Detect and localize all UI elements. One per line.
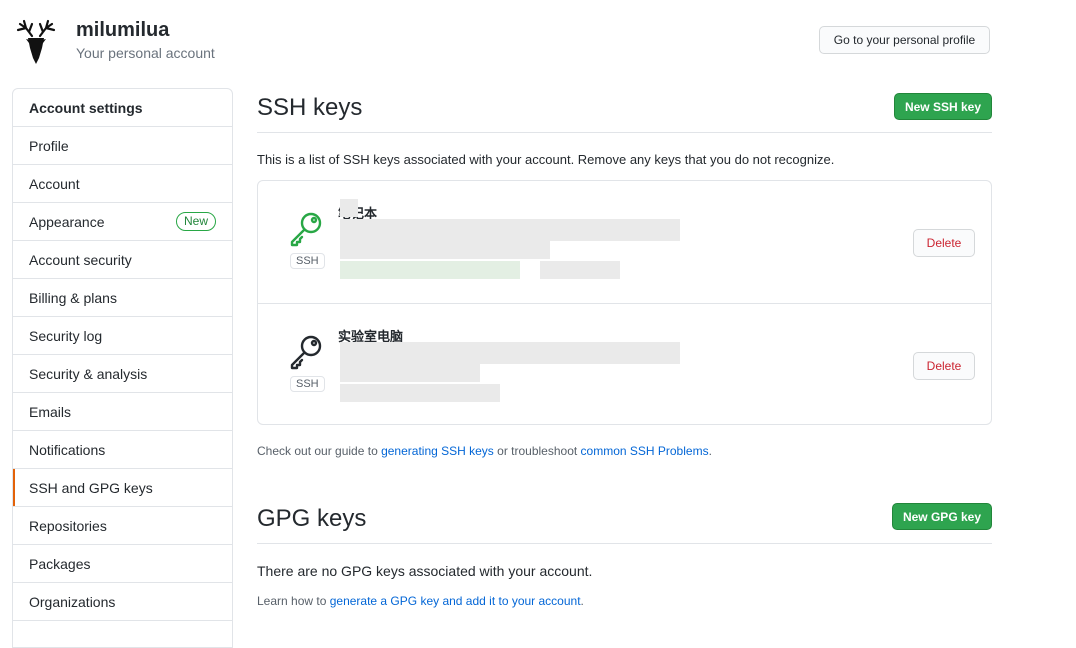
guide-suffix: . [708,444,712,458]
sidebar-item-label: SSH and GPG keys [29,479,153,496]
sidebar-item-label: Notifications [29,441,106,458]
sidebar-item-appearance[interactable]: Appearance New [13,203,232,241]
guide-prefix: Check out our guide to [257,444,382,458]
divider [257,132,992,133]
sidebar-header: Account settings [13,89,232,127]
redacted-block [340,241,550,259]
key-icon [290,335,322,370]
sidebar-item-ssh-gpg-keys[interactable]: SSH and GPG keys [13,469,232,507]
redacted-fingerprint [340,342,680,364]
common-ssh-problems-link[interactable]: common SSH Problems [581,444,709,458]
redacted-added-date [340,384,500,402]
ssh-key-row: SSH 笔记本 Delete [258,181,991,303]
ssh-type-label: SSH [290,253,325,269]
go-to-profile-button[interactable]: Go to your personal profile [819,26,990,54]
learn-prefix: Learn how to [257,594,330,608]
sidebar-item-profile[interactable]: Profile [13,127,232,165]
ssh-key-row: SSH 实验室电脑 Delete [258,303,991,426]
ssh-type-label: SSH [290,376,325,392]
account-subtitle: Your personal account [76,45,215,61]
sidebar-item-notifications[interactable]: Notifications [13,431,232,469]
sidebar-item-label: Security log [29,327,103,344]
gpg-learn-text: Learn how to generate a GPG key and add … [257,594,584,608]
generating-ssh-keys-link[interactable]: generating SSH keys [381,444,494,458]
sidebar-item-label: Repositories [29,517,107,534]
sidebar-item-security-log[interactable]: Security log [13,317,232,355]
sidebar-item-repositories[interactable]: Repositories [13,507,232,545]
guide-middle: or troubleshoot [493,444,581,458]
new-ssh-key-button[interactable]: New SSH key [894,93,992,120]
sidebar-item-label: Account [29,175,80,192]
new-badge: New [175,212,216,231]
sidebar-item-label: Account security [29,251,132,268]
sidebar-item-billing[interactable]: Billing & plans [13,279,232,317]
generate-gpg-key-link[interactable]: generate a GPG key and add it to your ac… [330,594,581,608]
sidebar-item-account-security[interactable]: Account security [13,241,232,279]
sidebar-item-label: Profile [29,137,69,154]
sidebar-item-label: Emails [29,403,72,420]
ssh-description: This is a list of SSH keys associated wi… [257,152,835,167]
sidebar-item-label: Organizations [29,593,116,610]
key-icon [290,212,322,247]
ssh-key-list: SSH 笔记本 Delete SSH 实验室电脑 Delete [257,180,992,425]
sidebar-item-account[interactable]: Account [13,165,232,203]
delete-ssh-key-button[interactable]: Delete [913,352,975,380]
sidebar-item-label: Billing & plans [29,289,117,306]
sidebar-item-label: Appearance [29,213,105,230]
gpg-empty-text: There are no GPG keys associated with yo… [257,563,593,579]
sidebar-item-organizations[interactable]: Organizations [13,583,232,621]
divider [257,543,992,544]
learn-suffix: . [580,594,584,608]
ssh-keys-heading: SSH keys [257,94,363,121]
redacted-block [340,199,358,217]
redacted-block [340,364,480,382]
redacted-fingerprint [340,219,680,241]
sidebar-item-security-analysis[interactable]: Security & analysis [13,355,232,393]
account-name: milumilua [76,19,170,41]
redacted-last-used [540,261,620,279]
ssh-guide-text: Check out our guide to generating SSH ke… [257,444,712,458]
sidebar-item-packages[interactable]: Packages [13,545,232,583]
new-gpg-key-button[interactable]: New GPG key [892,503,992,530]
delete-ssh-key-button[interactable]: Delete [913,229,975,257]
sidebar-item-label: Security & analysis [29,365,148,382]
settings-sidebar: Account settings Profile Account Appeara… [12,88,233,648]
redacted-added-date [340,261,520,279]
sidebar-item-emails[interactable]: Emails [13,393,232,431]
deer-avatar-icon [16,19,56,64]
gpg-keys-heading: GPG keys [257,505,367,532]
sidebar-item-label: Packages [29,555,91,572]
